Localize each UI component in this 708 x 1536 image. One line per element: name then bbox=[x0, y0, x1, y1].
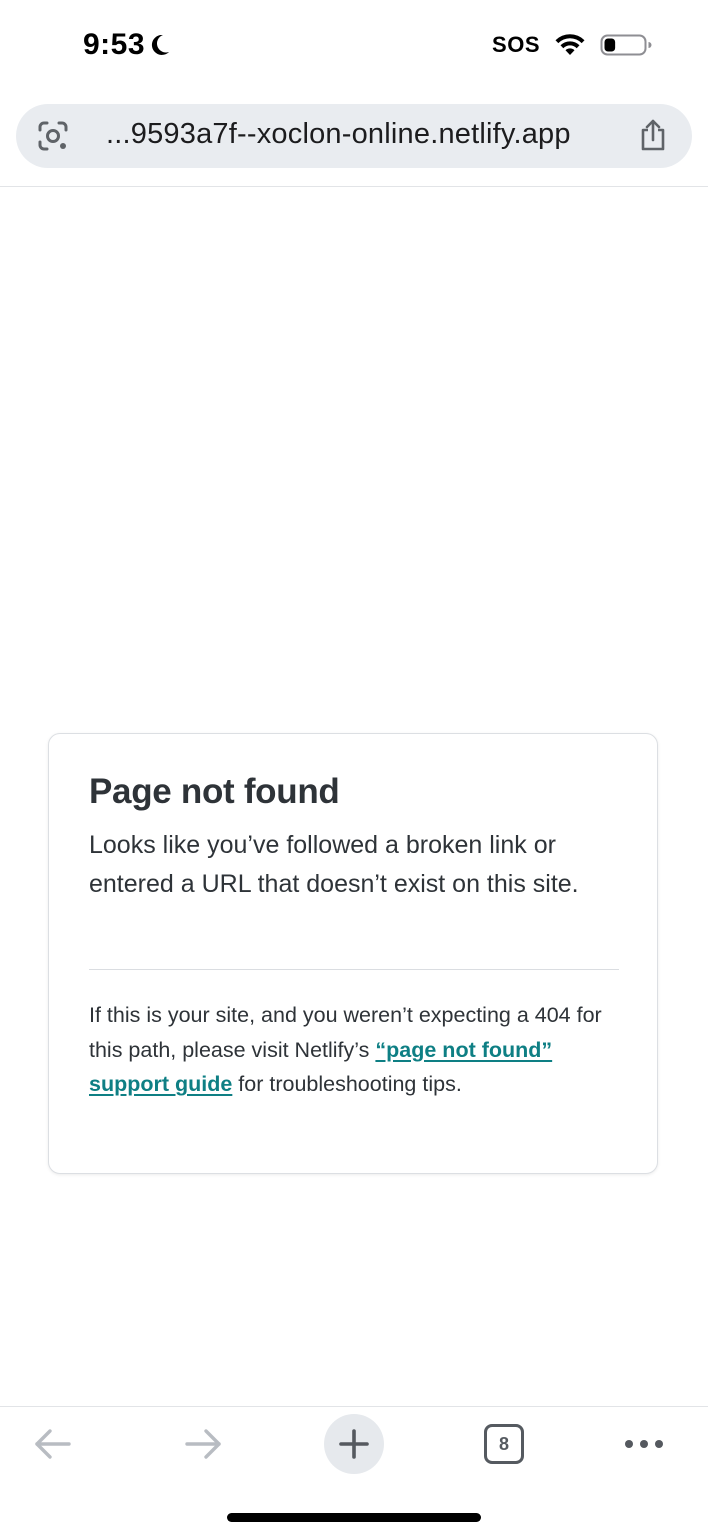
new-tab-button[interactable] bbox=[324, 1414, 384, 1474]
address-bar[interactable]: ...9593a7f--xoclon-online.netlify.app bbox=[16, 104, 692, 168]
forward-arrow-icon bbox=[185, 1429, 221, 1459]
card-divider bbox=[89, 969, 619, 970]
tab-count: 8 bbox=[498, 1433, 509, 1454]
status-indicators: SOS bbox=[492, 32, 652, 58]
browser-screen: 9:53 SOS ...9593a7f--xoclon-online.netli… bbox=[0, 0, 708, 1536]
battery-level-fill bbox=[604, 38, 616, 52]
wifi-icon bbox=[555, 34, 585, 55]
back-arrow-icon bbox=[35, 1429, 71, 1459]
status-bar: 9:53 SOS bbox=[0, 0, 708, 96]
status-time-group: 9:53 bbox=[83, 28, 171, 62]
share-icon[interactable] bbox=[638, 118, 668, 152]
tabs-button[interactable]: 8 bbox=[484, 1424, 524, 1464]
toolbar-divider bbox=[0, 1406, 708, 1407]
home-indicator[interactable] bbox=[227, 1513, 481, 1522]
help-text: If this is your site, and you weren’t ex… bbox=[89, 998, 619, 1102]
not-found-card: Page not found Looks like you’ve followe… bbox=[48, 733, 658, 1174]
url-text[interactable]: ...9593a7f--xoclon-online.netlify.app bbox=[106, 118, 571, 151]
address-bar-divider bbox=[0, 186, 708, 187]
more-icon bbox=[625, 1440, 663, 1448]
help-text-after: for troubleshooting tips. bbox=[232, 1072, 462, 1096]
more-menu-button[interactable] bbox=[620, 1420, 668, 1468]
status-time: 9:53 bbox=[83, 28, 146, 61]
battery-icon bbox=[600, 34, 652, 56]
moon-icon bbox=[151, 34, 170, 55]
plus-icon bbox=[339, 1429, 369, 1459]
back-button[interactable] bbox=[28, 1420, 76, 1468]
google-lens-icon[interactable] bbox=[36, 119, 70, 153]
page-title: Page not found bbox=[89, 772, 340, 811]
forward-button[interactable] bbox=[180, 1420, 228, 1468]
sos-indicator: SOS bbox=[492, 32, 540, 57]
error-message: Looks like you’ve followed a broken link… bbox=[89, 831, 579, 898]
